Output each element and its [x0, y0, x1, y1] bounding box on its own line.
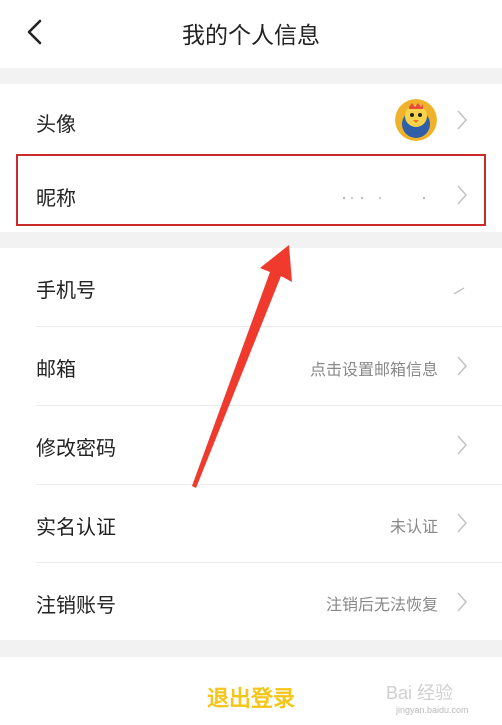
chevron-right-icon: [457, 592, 468, 612]
chevron-right-icon: [457, 435, 468, 455]
chevron-right-icon: [457, 110, 468, 130]
row-value: 未认证: [389, 517, 438, 536]
chevron-right-icon: [457, 356, 468, 376]
avatar: [395, 99, 437, 141]
row-value: 注销后无法恢复: [325, 595, 438, 614]
row-label: 注销账号: [36, 593, 116, 617]
watermark-subtext: jingyan.baidu.com: [395, 705, 469, 715]
row-label: 手机号: [36, 278, 96, 302]
row-value: 点击设置邮箱信息: [309, 360, 438, 379]
row-label: 邮箱: [36, 357, 76, 381]
nickname-highlight-box: [16, 154, 486, 226]
row-phone[interactable]: 手机号: [0, 248, 502, 326]
row-cancel-account[interactable]: 注销账号 注销后无法恢复: [0, 563, 502, 640]
row-change-password[interactable]: 修改密码: [0, 406, 502, 484]
avatar-image-icon: [395, 99, 437, 141]
chevron-right-icon: [457, 513, 468, 533]
row-email[interactable]: 邮箱 点击设置邮箱信息: [0, 327, 502, 405]
row-label: 实名认证: [36, 515, 116, 539]
chevron-right-icon: [453, 287, 465, 295]
row-label: 头像: [36, 112, 76, 136]
row-real-name[interactable]: 实名认证 未认证: [0, 485, 502, 562]
row-label: 修改密码: [36, 436, 116, 460]
watermark-text: Bai 经验: [386, 683, 453, 703]
page-title: 我的个人信息: [182, 23, 320, 49]
baidu-jingyan-watermark: Bai 经验 jingyan.baidu.com: [386, 683, 469, 715]
top-bar: 我的个人信息: [0, 0, 502, 68]
